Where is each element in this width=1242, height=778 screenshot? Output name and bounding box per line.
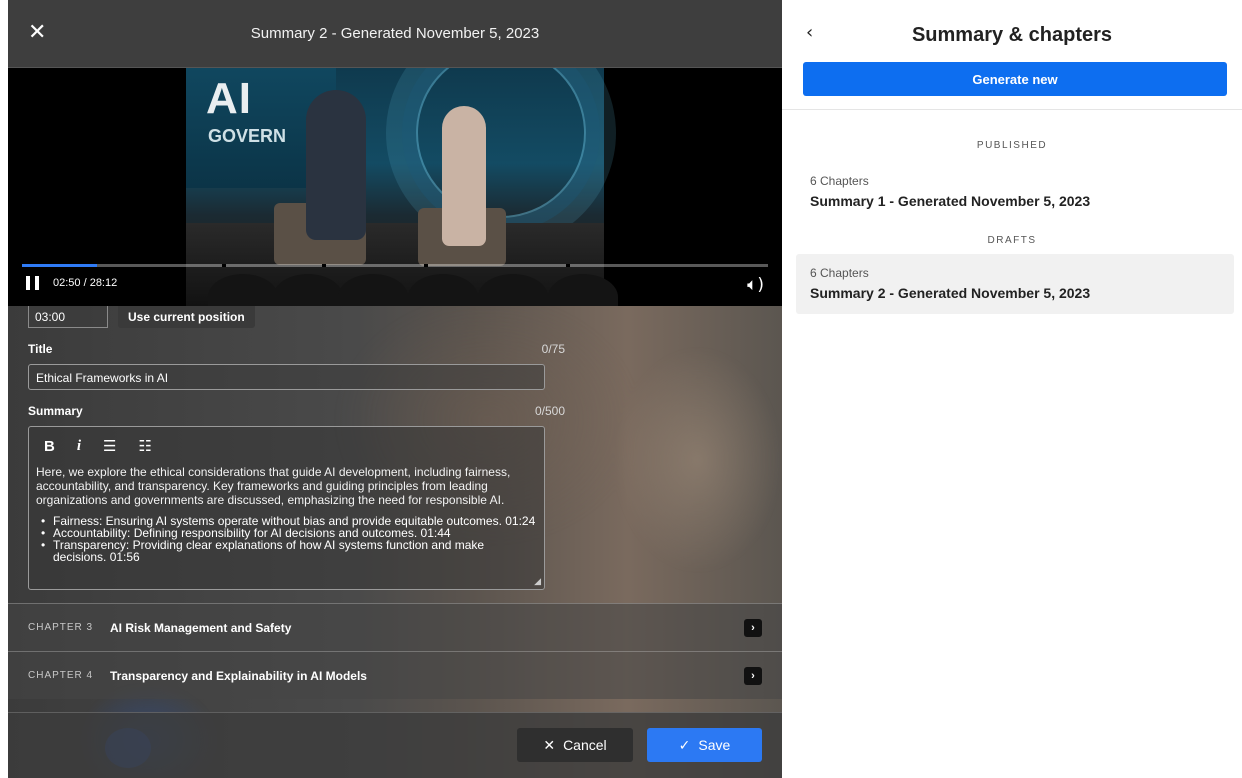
use-current-position-button[interactable]: Use current position [118,306,255,328]
title-input[interactable]: Ethical Frameworks in AI [28,364,545,390]
summary-list-item-selected[interactable]: 6 Chapters Summary 2 - Generated Novembe… [796,254,1234,314]
summary-label: Summary [28,404,83,418]
save-button[interactable]: ✓ Save [647,728,762,762]
video-player[interactable]: AI GOVERN 02:50 / 28:12 🔈︎) [8,68,782,306]
chevron-right-icon[interactable]: › [744,666,762,685]
editor-title: Summary 2 - Generated November 5, 2023 [250,25,540,42]
italic-icon[interactable]: i [77,438,81,455]
time-display: 02:50 / 28:12 [53,277,118,289]
summary-char-count: 0/500 [534,404,565,418]
summary-bullet-list: Fairness: Ensuring AI systems operate wi… [36,515,537,563]
chapter-marker [222,264,226,267]
editor-footer: ✕ Cancel ✓ Save [8,712,782,778]
chapter-form: Use current position Title 0/75 Ethical … [28,306,565,590]
summary-editor[interactable]: B i ☰ ☷ Here, we explore the ethical con… [28,426,545,590]
title-label: Title [28,342,53,356]
check-icon: ✓ [678,736,691,753]
bullet-list-icon[interactable]: ☰ [103,437,116,455]
chapter-row-3[interactable]: CHAPTER 3 AI Risk Management and Safety … [8,603,782,651]
speaker-woman [442,106,486,246]
summary-chapters-panel: ‹ Summary & chapters Generate new PUBLIS… [782,0,1242,778]
start-time-input[interactable] [28,306,108,328]
chapter-number: CHAPTER 3 [28,622,94,633]
start-time-row: Use current position [28,306,565,328]
numbered-list-icon[interactable]: ☷ [138,437,151,455]
chapter-marker [566,264,570,267]
side-header: ‹ Summary & chapters Generate new [782,0,1242,110]
drafts-section-label: DRAFTS [987,235,1037,246]
volume-icon[interactable]: 🔈︎) [747,275,764,295]
chapter-name: AI Risk Management and Safety [110,620,292,635]
summary-paragraph: Here, we explore the ethical considerati… [36,465,511,507]
chapter-row-4[interactable]: CHAPTER 4 Transparency and Explainabilit… [8,651,782,699]
chapter-marker [322,264,326,267]
published-section-label: PUBLISHED [976,140,1048,151]
resize-handle-icon[interactable]: ◢ [534,576,541,587]
chapter-number: CHAPTER 4 [28,670,94,681]
summary-editor-panel: ✕ Summary 2 - Generated November 5, 2023… [8,0,782,778]
bold-icon[interactable]: B [44,438,55,455]
pause-icon[interactable] [26,276,39,290]
sign-text-ai: AI [206,74,252,123]
video-controls: 02:50 / 28:12 [26,276,117,290]
progress-fill [22,264,97,267]
speaker-man [306,90,366,240]
summary-label-row: Summary 0/500 [28,404,565,418]
close-icon[interactable]: ✕ [28,22,50,44]
audience-silhouettes [8,270,782,306]
chapter-marker [424,264,428,267]
chapter-name: Transparency and Explainability in AI Mo… [110,668,367,683]
summary-name: Summary 1 - Generated November 5, 2023 [810,193,1091,209]
chapter-count: 6 Chapters [810,174,869,188]
title-char-count: 0/75 [541,342,565,356]
cancel-label: Cancel [563,737,607,753]
formatting-toolbar: B i ☰ ☷ [44,437,537,456]
save-label: Save [698,737,731,753]
chapter-count: 6 Chapters [810,266,869,280]
generate-new-button[interactable]: Generate new [803,62,1227,96]
video-progress-bar[interactable] [22,264,768,267]
summary-bullet: Transparency: Providing clear explanatio… [36,539,537,563]
cancel-button[interactable]: ✕ Cancel [517,728,633,762]
chevron-right-icon[interactable]: › [744,618,762,637]
title-label-row: Title 0/75 [28,342,565,356]
editor-header: ✕ Summary 2 - Generated November 5, 2023 [8,0,782,68]
summary-name: Summary 2 - Generated November 5, 2023 [810,285,1091,301]
side-title: Summary & chapters [911,24,1113,46]
close-icon: ✕ [543,736,556,753]
sign-text-govern: GOVERN [208,126,287,146]
summary-list-item[interactable]: 6 Chapters Summary 1 - Generated Novembe… [796,162,1234,222]
